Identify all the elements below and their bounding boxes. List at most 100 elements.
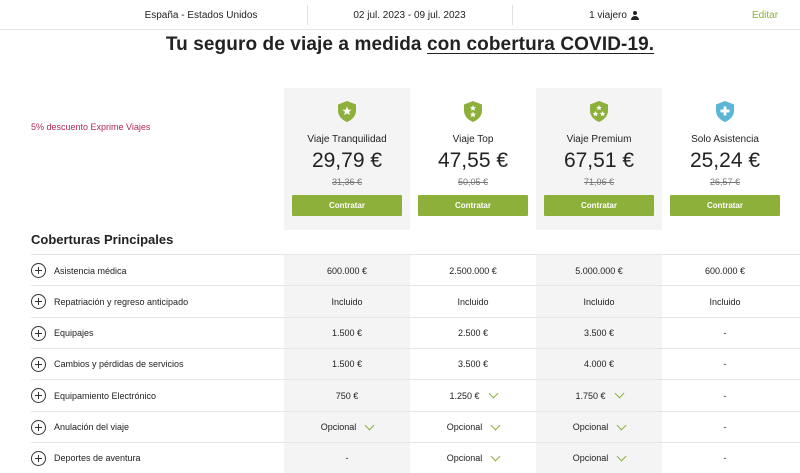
coverage-value: 3.500 € xyxy=(410,349,536,380)
coverage-row: Deportes de aventura - Opcional Opcional - xyxy=(31,441,800,473)
coverage-label: Deportes de aventura xyxy=(54,453,141,464)
coverage-value[interactable]: Opcional xyxy=(410,443,536,473)
plan-card-asistencia: Solo Asistencia 25,24 € 26,57 € Contrata… xyxy=(662,92,788,216)
coverage-value: 1.500 € xyxy=(284,318,410,349)
expand-plus-icon[interactable] xyxy=(31,263,46,278)
coverage-value[interactable]: Opcional xyxy=(410,412,536,443)
coverage-value: Incluido xyxy=(536,286,662,317)
coverage-value-text: - xyxy=(723,359,727,370)
plan-old-price: 71,06 € xyxy=(583,177,615,187)
coverage-value-text: Incluido xyxy=(457,296,489,307)
coverage-label: Equipamiento Electrónico xyxy=(54,390,157,401)
cross-shield-icon xyxy=(716,101,734,122)
coverage-label: Repatriación y regreso anticipado xyxy=(54,296,189,307)
coverage-value: - xyxy=(284,443,410,473)
coverage-label: Cambios y pérdidas de servicios xyxy=(54,359,184,370)
coverage-value-text: 5.000.000 € xyxy=(575,265,623,276)
plan-price: 25,24 € xyxy=(689,149,761,172)
coverage-value: Incluido xyxy=(410,286,536,317)
promo-discount-text: 5% descuento Exprime Viajes xyxy=(31,122,151,132)
coverage-row: Asistencia médica 600.000 € 2.500.000 € 5.0… xyxy=(31,254,800,285)
chevron-down-icon[interactable] xyxy=(488,388,498,399)
expand-plus-icon[interactable] xyxy=(31,450,46,466)
plan-name: Viaje Top xyxy=(452,134,494,145)
coverage-value[interactable]: 1.750 € xyxy=(536,380,662,411)
coverage-value: - xyxy=(662,412,788,443)
coverage-value-text: 750 € xyxy=(335,390,359,401)
coverage-value-text: 4.000 € xyxy=(583,359,615,370)
contratar-button[interactable]: Contratar xyxy=(292,195,402,216)
coverage-value: 5.000.000 € xyxy=(536,255,662,286)
coverage-value-text: - xyxy=(723,328,727,339)
coverage-value: Incluido xyxy=(662,286,788,317)
section-title: Coberturas Principales xyxy=(31,232,174,247)
star-shield-icon xyxy=(464,101,482,122)
expand-plus-icon[interactable] xyxy=(31,325,46,341)
chevron-down-icon[interactable] xyxy=(490,451,501,462)
coverage-value-text: Opcional xyxy=(572,453,609,464)
coverage-value-text: - xyxy=(723,390,727,401)
coverage-value-text: Incluido xyxy=(583,296,615,307)
user-icon xyxy=(631,10,640,20)
contratar-button[interactable]: Contratar xyxy=(544,195,654,216)
coverage-value-text: - xyxy=(723,453,727,464)
coverage-value: 2.500 € xyxy=(410,318,536,349)
coverage-value-text: - xyxy=(723,422,727,432)
coverage-value-text: 1.500 € xyxy=(331,328,363,339)
plan-old-price: 50,05 € xyxy=(457,177,489,187)
coverage-value-text: Opcional xyxy=(446,422,483,432)
coverage-row: Repatriación y regreso anticipado Incluid… xyxy=(31,285,800,316)
coverage-value: 3.500 € xyxy=(536,318,662,349)
coverage-value[interactable]: Opcional xyxy=(536,443,662,473)
coverage-row: Cambios y pérdidas de servicios 1.500 € 3.… xyxy=(31,347,800,380)
coverage-value: - xyxy=(662,443,788,473)
coverage-value-text: Incluido xyxy=(709,296,741,307)
coverage-value: 1.500 € xyxy=(284,349,410,380)
chevron-down-icon[interactable] xyxy=(616,420,627,430)
coverage-value: 750 € xyxy=(284,380,410,411)
coverage-value: - xyxy=(662,349,788,380)
plan-card-tranquilidad: Viaje Tranquilidad 29,79 € 31,36 € Contr… xyxy=(284,92,410,216)
coverage-value-text: 600.000 € xyxy=(326,265,368,276)
chevron-down-icon[interactable] xyxy=(364,420,375,430)
coverage-value-text: 2.500.000 € xyxy=(449,265,497,276)
coverage-value: - xyxy=(662,380,788,411)
covid-coverage-link[interactable]: con cobertura COVID-19. xyxy=(427,34,654,55)
coverage-value[interactable]: Opcional xyxy=(536,412,662,443)
edit-link[interactable]: Editar xyxy=(740,0,790,30)
dates-text: 02 jul. 2023 - 09 jul. 2023 xyxy=(353,9,466,21)
coverage-value[interactable]: 1.250 € xyxy=(410,380,536,411)
coverage-value: 2.500.000 € xyxy=(410,255,536,286)
page-title-text: Tu seguro de viaje a medida xyxy=(165,34,422,55)
coverage-row: Equipamiento Electrónico 750 € 1.250 € 1.75… xyxy=(31,379,800,410)
coverage-value-text: Opcional xyxy=(572,422,609,432)
expand-plus-icon[interactable] xyxy=(31,388,46,404)
coverage-value: 4.000 € xyxy=(536,349,662,380)
three-star-shield-icon xyxy=(590,101,608,122)
coverage-value-text: 1.500 € xyxy=(331,359,363,370)
coverage-value-text: 600.000 € xyxy=(704,265,746,276)
coverage-label: Asistencia médica xyxy=(54,265,127,276)
coverage-value-text: Opcional xyxy=(320,422,357,432)
contratar-button[interactable]: Contratar xyxy=(670,195,780,216)
coverage-row: Equipajes 1.500 € 2.500 € 3.500 € - xyxy=(31,316,800,349)
coverage-value-text: 1.250 € xyxy=(449,390,480,401)
expand-plus-icon[interactable] xyxy=(31,419,46,435)
plan-card-top: Viaje Top 47,55 € 50,05 € Contratar xyxy=(410,92,536,216)
coverage-value[interactable]: Opcional xyxy=(284,412,410,443)
plan-name: Solo Asistencia xyxy=(691,134,759,145)
route-text: España - Estados Unidos xyxy=(144,9,258,21)
plan-price: 67,51 € xyxy=(563,149,635,172)
travelers-field: 1 viajero xyxy=(512,0,717,30)
coverage-value-text: 3.500 € xyxy=(583,328,615,339)
expand-plus-icon[interactable] xyxy=(31,294,46,310)
plan-price: 29,79 € xyxy=(311,149,383,172)
coverage-value-text: 1.750 € xyxy=(575,390,606,401)
chevron-down-icon[interactable] xyxy=(490,420,501,430)
expand-plus-icon[interactable] xyxy=(31,356,46,372)
chevron-down-icon[interactable] xyxy=(614,388,624,399)
plan-price: 47,55 € xyxy=(437,149,509,172)
coverage-row: Anulación del viaje Opcional Opcional Opcio… xyxy=(31,410,800,443)
chevron-down-icon[interactable] xyxy=(616,451,627,462)
contratar-button[interactable]: Contratar xyxy=(418,195,528,216)
